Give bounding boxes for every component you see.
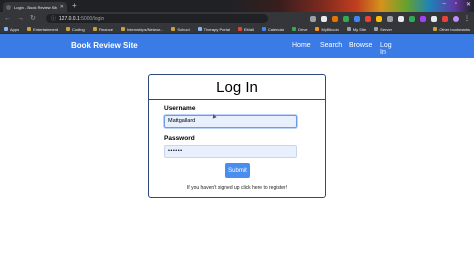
address-bar[interactable]: ⓘ 127.0.0.1:5000/login: [45, 14, 268, 23]
reload-icon[interactable]: ↻: [30, 15, 36, 22]
folder-icon: [433, 27, 438, 31]
bookmark-label: Internships/Networ...: [126, 26, 164, 32]
extension-icon[interactable]: [387, 15, 393, 22]
bookmark-link[interactable]: My Site: [346, 26, 367, 32]
bookmark-label: MyBitcoin: [321, 26, 339, 32]
url-path: :5000/login: [79, 15, 105, 22]
password-label: Password: [164, 135, 195, 142]
browser-theme-art: [230, 0, 474, 12]
nav-home-link[interactable]: Home: [292, 42, 311, 49]
window-close-icon[interactable]: ✕: [466, 1, 471, 8]
new-tab-button[interactable]: +: [72, 2, 77, 10]
bookmark-label: Finance: [98, 26, 113, 32]
nav-search-link[interactable]: Search: [320, 42, 342, 49]
username-input[interactable]: Mattgallard: [164, 115, 297, 128]
extension-icon[interactable]: [442, 15, 448, 22]
extension-icon[interactable]: [332, 15, 338, 22]
bookmark-link[interactable]: Calendar: [261, 26, 285, 32]
window-controls: – ▫ ✕: [442, 1, 471, 8]
address-url: 127.0.0.1:5000/login: [59, 16, 104, 22]
site-brand[interactable]: Book Review Site: [71, 41, 138, 50]
login-title: Log In: [216, 78, 258, 96]
other-bookmarks[interactable]: Other bookmarks: [433, 27, 474, 32]
bookmark-folder[interactable]: Finance: [92, 26, 113, 32]
forward-icon[interactable]: →: [17, 15, 24, 22]
extension-icon[interactable]: [420, 15, 426, 22]
extension-icon[interactable]: [431, 15, 437, 22]
bookmark-label: Server: [380, 26, 392, 32]
bookmark-link[interactable]: MyBitcoin: [315, 26, 339, 32]
bookmark-link[interactable]: EMail: [237, 26, 254, 32]
bookmark-label: My Site: [352, 26, 367, 32]
bookmark-link[interactable]: Therapy Portal: [197, 26, 230, 32]
password-input[interactable]: ••••••: [164, 145, 297, 158]
site-navbar: Book Review Site Home Search Browse Log …: [0, 34, 474, 58]
calendar-icon: [261, 27, 266, 31]
site-info-icon[interactable]: ⓘ: [51, 15, 56, 22]
bookmark-label: Calendar: [267, 26, 285, 32]
nav-browse-link[interactable]: Browse: [349, 42, 372, 49]
folder-icon: [27, 27, 32, 31]
folder-icon: [92, 27, 97, 31]
browser-toolbar: ← → ↻ ⓘ 127.0.0.1:5000/login ⋮: [0, 12, 474, 25]
site-icon: [197, 27, 202, 31]
maximize-icon[interactable]: ▫: [455, 1, 457, 8]
folder-icon: [171, 27, 176, 31]
menu-icon[interactable]: ⋮: [464, 16, 470, 22]
submit-button[interactable]: Submit: [225, 163, 250, 178]
drive-icon: [292, 27, 297, 31]
browser-tab[interactable]: Login - Book Review Site ✕: [3, 2, 67, 12]
browser-tabstrip: Login - Book Review Site ✕ + – ▫ ✕: [0, 0, 474, 12]
folder-icon: [66, 27, 71, 31]
server-icon: [374, 27, 379, 31]
username-label: Username: [164, 105, 196, 112]
minimize-icon[interactable]: –: [442, 1, 445, 8]
profile-avatar[interactable]: [453, 15, 459, 22]
extension-icon[interactable]: [354, 15, 360, 22]
nav-login-link[interactable]: Log In: [380, 42, 392, 56]
site-icon: [346, 27, 351, 31]
back-icon[interactable]: ←: [4, 15, 11, 22]
bookmark-folder[interactable]: Entertainment: [27, 27, 58, 32]
bookmark-label: Entertainment: [33, 26, 59, 32]
bookmark-label: Other bookmarks: [439, 26, 470, 32]
extension-icon[interactable]: [365, 15, 371, 22]
bookmark-label: Coding: [72, 26, 85, 32]
tab-favicon-icon: [6, 4, 11, 10]
bookmark-folder[interactable]: School: [171, 26, 190, 32]
bookmark-link[interactable]: Drive: [292, 27, 307, 32]
apps-icon: [4, 27, 8, 31]
cast-icon[interactable]: [310, 15, 316, 22]
bitcoin-icon: [315, 27, 320, 31]
signup-link[interactable]: If you haven't signed up click here to r…: [149, 185, 325, 191]
bookmarks-bar: Apps Entertainment Coding Finance Intern…: [0, 25, 474, 34]
bookmark-apps[interactable]: Apps: [4, 27, 19, 32]
tab-title: Login - Book Review Site: [14, 4, 57, 10]
bookmark-label: Therapy Portal: [203, 26, 230, 32]
extension-icon[interactable]: [398, 15, 404, 22]
bookmark-label: Drive: [298, 26, 308, 32]
bookmark-folder[interactable]: Internships/Networ...: [120, 26, 164, 32]
bookmark-label: School: [177, 26, 190, 32]
url-host: 127.0.0.1: [58, 15, 80, 22]
extension-icon[interactable]: [343, 15, 349, 22]
bookmark-link[interactable]: Server: [374, 27, 392, 32]
login-card-header: Log In: [149, 75, 325, 100]
extension-icons: ⋮: [310, 15, 470, 22]
extension-icon[interactable]: [409, 15, 415, 22]
bookmark-label: Apps: [10, 26, 20, 32]
bookmark-folder[interactable]: Coding: [66, 27, 85, 32]
tab-close-icon[interactable]: ✕: [60, 4, 67, 10]
folder-icon: [120, 27, 125, 31]
mail-icon: [237, 27, 242, 31]
star-icon[interactable]: [321, 15, 327, 22]
login-card: Log In Username Mattgallard Password •••…: [148, 74, 326, 198]
bookmark-label: EMail: [243, 26, 254, 32]
extension-icon[interactable]: [376, 15, 382, 22]
